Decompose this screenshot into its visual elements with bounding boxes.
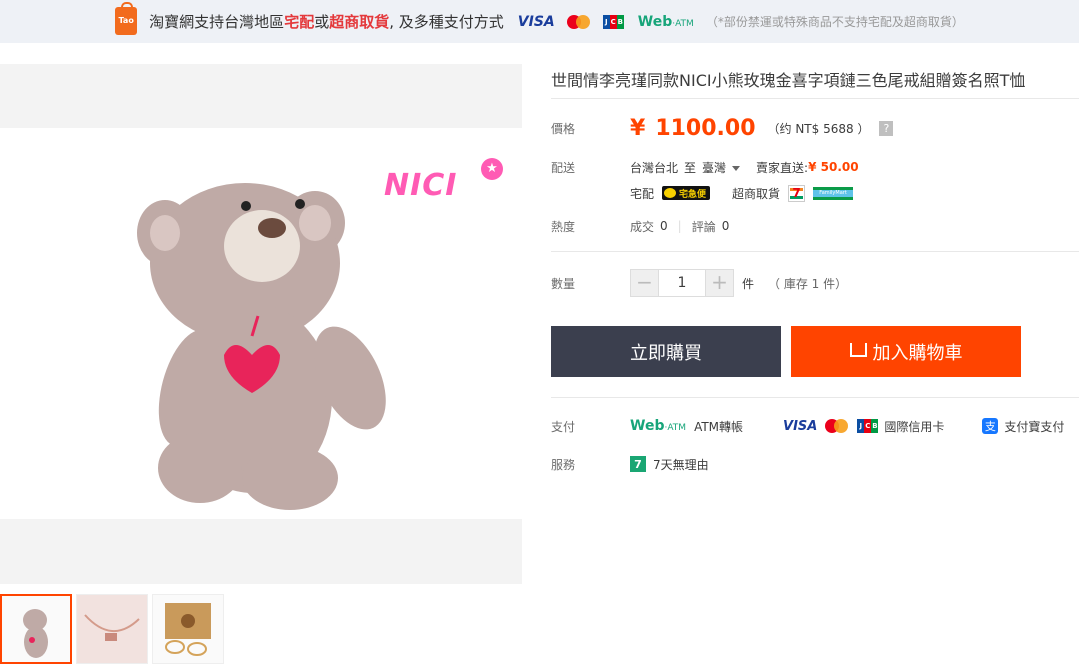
banner-home-delivery: 宅配 [284, 13, 315, 31]
main-product-image[interactable]: NICI ★ [0, 128, 522, 519]
visa-icon: VISA [517, 13, 555, 30]
mastercard-pay-icon [825, 419, 849, 433]
quantity-row: 數量 − 1 + 件 （ 庫存 1 件） [551, 252, 1079, 314]
taobao-bag-icon: Tao [115, 1, 138, 35]
quantity-stepper: − 1 + [630, 269, 734, 297]
mastercard-icon [566, 14, 591, 29]
product-gallery: NICI ★ [0, 64, 522, 584]
delivery-methods: 宅配 宅急便 超商取貨 7 FamilyMart [551, 179, 1079, 207]
familymart-icon: FamilyMart [813, 186, 854, 200]
webatm-pay-icon: Web·ATM [630, 418, 687, 434]
yamato-icon: 宅急便 [662, 186, 711, 200]
thumbnail-strip [0, 594, 228, 664]
banner-store-pickup: 超商取貨 [329, 13, 390, 31]
chevron-down-icon [732, 165, 741, 171]
jcb-icon: JCB [602, 14, 624, 29]
add-to-cart-button[interactable]: 加入購物車 [791, 326, 1021, 377]
shipping-fee: ¥ 50.00 [808, 160, 859, 174]
action-buttons: 立即購買 加入購物車 [551, 326, 1079, 377]
cart-icon [849, 342, 867, 357]
jcb-pay-icon: JCB [857, 419, 879, 433]
price-approx: （约 NT$ 5688 ） [767, 121, 870, 136]
quantity-minus-button[interactable]: − [631, 270, 658, 296]
price-row: 價格 ¥ 1100.00 （约 NT$ 5688 ） ? [551, 101, 1079, 155]
banner-note: （*部份禁運或特殊商品不支持宅配及超商取貨） [705, 15, 964, 29]
shipping-label: 配送 [551, 160, 576, 175]
help-icon[interactable]: ? [879, 120, 894, 136]
shipping-row: 配送 台灣台北 至 臺灣 賣家直送: ¥ 50.00 [551, 159, 859, 176]
seven-day-icon: 7 [630, 456, 646, 472]
visa-pay-icon: VISA [783, 418, 818, 434]
stock-info: （ 庫存 1 件） [768, 276, 848, 291]
seven-eleven-icon: 7 [788, 184, 806, 202]
ship-from: 台灣台北 [630, 160, 679, 175]
thumbnail-giftbox[interactable] [152, 594, 224, 664]
alipay-icon: 支 [982, 418, 999, 434]
service-row: 服務 7 7天無理由 [551, 456, 709, 472]
product-info: 世間情李亮瑾同款NICI小熊玫瑰金喜字項鏈三色尾戒組贈簽名照T恤 價格 ¥ 11… [551, 64, 1079, 474]
quantity-input[interactable]: 1 [658, 270, 706, 296]
thumbnail-necklace[interactable] [76, 594, 148, 664]
webatm-icon: Web·ATM [637, 13, 694, 30]
star-icon: ★ [481, 158, 503, 180]
banner-text: 淘寶網支持台灣地區 [149, 13, 285, 31]
nici-logo: NICI [384, 168, 458, 203]
product-title: 世間情李亮瑾同款NICI小熊玫瑰金喜字項鏈三色尾戒組贈簽名照T恤 [551, 64, 1079, 99]
currency-symbol: ¥ [630, 115, 646, 141]
review-count: 0 [721, 219, 730, 233]
sold-count: 0 [660, 219, 668, 233]
buy-now-button[interactable]: 立即購買 [551, 326, 781, 377]
seller-direct: 賣家直送: [756, 160, 809, 175]
ship-to-select[interactable]: 臺灣 [702, 159, 741, 176]
price-value: 1100.00 [655, 115, 756, 141]
quantity-plus-button[interactable]: + [706, 270, 733, 296]
payment-row: 支付 Web·ATM ATM轉帳 VISA JCB 國際信用卡 支 支付寶支付 [551, 418, 1065, 434]
service-text: 7天無理由 [653, 457, 709, 472]
thumbnail-bear[interactable] [0, 594, 72, 664]
price-label: 價格 [551, 121, 576, 136]
popularity-row: 熱度 成交 0 | 評論 0 [551, 219, 730, 234]
top-banner: Tao 淘寶網支持台灣地區 宅配 或 超商取貨 , 及多種支付方式 VISA J… [0, 0, 1079, 43]
